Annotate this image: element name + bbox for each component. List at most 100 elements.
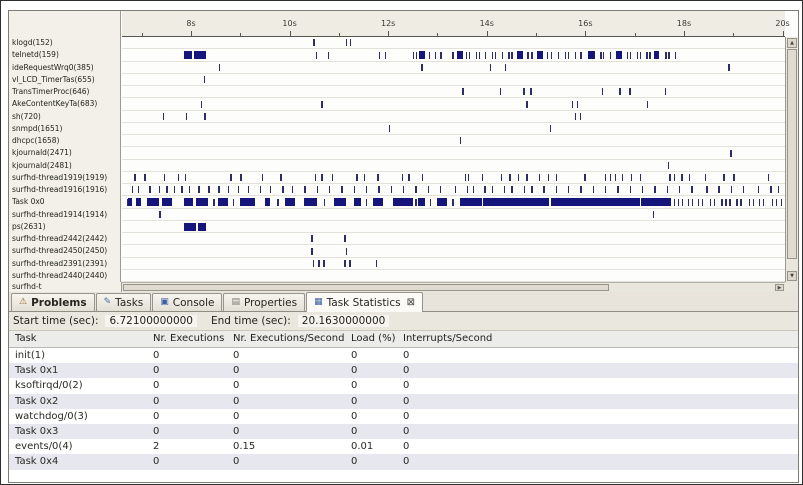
axis-major-tick: [782, 31, 784, 36]
event-tick: [678, 198, 680, 206]
end-time-label: End time (sec):: [211, 315, 291, 327]
table-cell: Task 0x2: [15, 395, 59, 407]
event-block: [615, 51, 622, 60]
event-block: [460, 198, 482, 207]
table-cell: 0: [403, 380, 410, 392]
timeline-row-track[interactable]: [122, 257, 785, 270]
timeline-row-track[interactable]: [122, 37, 785, 50]
event-tick: [771, 198, 774, 206]
column-header[interactable]: Load (%): [345, 331, 397, 347]
view-tab-bar: ⚠ Problems ✎ Tasks ▣ Console ▤ Properties ▦ Task …: [9, 292, 798, 312]
table-row[interactable]: watchdog/0(3) 0 0 0 0: [9, 408, 798, 424]
table-cell: 0.15: [233, 441, 256, 453]
tab-label: Console: [172, 296, 215, 309]
timeline-row-track[interactable]: [122, 49, 785, 62]
timeline-row-track[interactable]: [122, 110, 785, 123]
timeline-row-track[interactable]: [122, 269, 785, 282]
event-tick: [501, 51, 503, 59]
event-tick: [687, 198, 690, 206]
timeline-row-track[interactable]: [122, 98, 785, 111]
table-row[interactable]: Task 0x1 0 0 0 0: [9, 363, 798, 379]
event-tick: [777, 186, 779, 194]
timeline-row-track[interactable]: [122, 86, 785, 99]
vertical-scrollbar[interactable]: ▲ ▼: [785, 37, 798, 282]
event-tick: [345, 39, 348, 47]
timeline-row-track[interactable]: [122, 135, 785, 148]
column-header[interactable]: Nr. Executions/Second: [227, 331, 345, 347]
tab-problems[interactable]: ⚠ Problems: [11, 293, 95, 311]
event-tick: [701, 198, 704, 206]
timeline-row-track[interactable]: [122, 171, 785, 184]
timeline-row-track[interactable]: [122, 122, 785, 135]
event-tick: [610, 174, 612, 182]
table-row[interactable]: Task 0x2 0 0 0 0: [9, 393, 798, 409]
event-tick: [149, 186, 151, 194]
timeline-row-track[interactable]: [122, 61, 785, 74]
scroll-down-icon[interactable]: ▼: [787, 271, 797, 281]
event-block: [417, 198, 426, 207]
timeline-row-track[interactable]: [122, 159, 785, 172]
timeline-row: sh(720): [9, 110, 785, 123]
horizontal-scrollbar-thumb[interactable]: [123, 284, 609, 291]
event-tick: [452, 51, 454, 59]
vertical-scrollbar-thumb[interactable]: [787, 49, 797, 259]
event-tick: [181, 186, 183, 194]
event-tick: [729, 198, 731, 206]
tab-close-icon[interactable]: ⊠: [407, 297, 415, 308]
column-header[interactable]: Interrupts/Second: [397, 331, 798, 347]
table-row[interactable]: init(1) 0 0 0 0: [9, 348, 798, 364]
timeline-row: surfhd-thread1916(1916): [9, 184, 785, 197]
event-tick: [629, 186, 632, 194]
tab-console[interactable]: ▣ Console: [152, 293, 223, 311]
table-cell: 0: [403, 395, 410, 407]
table-cell: 0: [153, 395, 160, 407]
timeline-row-track[interactable]: [122, 196, 785, 209]
timeline-row-track[interactable]: [122, 147, 785, 160]
event-tick: [415, 51, 418, 59]
event-tick: [459, 137, 462, 145]
event-tick: [752, 198, 755, 206]
table-row[interactable]: events/0(4) 2 0.15 0.01 0: [9, 439, 798, 455]
table-row[interactable]: ksoftirqd/0(2) 0 0 0 0: [9, 378, 798, 394]
tab-task-statistics[interactable]: ▦ Task Statistics ⊠: [306, 292, 423, 312]
table-row[interactable]: Task 0x4 0 0 0 0: [9, 454, 798, 470]
event-tick: [567, 51, 569, 59]
timeline-row-label: sh(720): [12, 111, 41, 121]
axis-major-tick: [585, 31, 587, 36]
timeline-row-track[interactable]: [122, 184, 785, 197]
event-tick: [499, 88, 501, 96]
event-tick: [408, 174, 410, 182]
timeline-row-track[interactable]: [122, 220, 785, 233]
event-tick: [227, 186, 230, 194]
axis-minor-tick: [338, 33, 340, 36]
event-tick: [472, 186, 475, 194]
tab-properties[interactable]: ▤ Properties: [223, 293, 306, 311]
timeline-row: TransTimerProc(646): [9, 86, 785, 99]
horizontal-scrollbar[interactable]: ▶: [122, 282, 785, 292]
tab-tasks[interactable]: ✎ Tasks: [95, 293, 152, 311]
event-tick: [412, 51, 415, 59]
event-tick: [327, 51, 329, 59]
event-tick: [158, 186, 161, 194]
timeline-row-track[interactable]: [122, 233, 785, 246]
scroll-up-icon[interactable]: ▲: [787, 38, 797, 48]
tab-label: Problems: [31, 296, 87, 309]
table-cell: 0: [153, 425, 160, 437]
scroll-right-icon[interactable]: ▶: [775, 284, 784, 291]
column-header[interactable]: Task: [9, 331, 147, 347]
event-tick: [312, 259, 315, 267]
timeline-row: vl_LCD_TimerTas(655): [9, 73, 785, 86]
event-tick: [509, 174, 511, 182]
column-header[interactable]: Nr. Executions: [147, 331, 227, 347]
event-tick: [260, 186, 262, 194]
table-row[interactable]: Task 0x3 0 0 0 0: [9, 423, 798, 440]
event-tick: [527, 51, 529, 59]
timeline-row-track[interactable]: [122, 73, 785, 86]
timeline-row-track[interactable]: [122, 245, 785, 258]
event-tick: [723, 174, 725, 182]
event-tick: [162, 112, 165, 120]
timeline-row-track[interactable]: [122, 208, 785, 221]
timeline-row-label: telnetd(159): [12, 50, 59, 60]
timeline-row: kjournald(2471): [9, 147, 785, 160]
table-filler-row: [9, 469, 798, 482]
